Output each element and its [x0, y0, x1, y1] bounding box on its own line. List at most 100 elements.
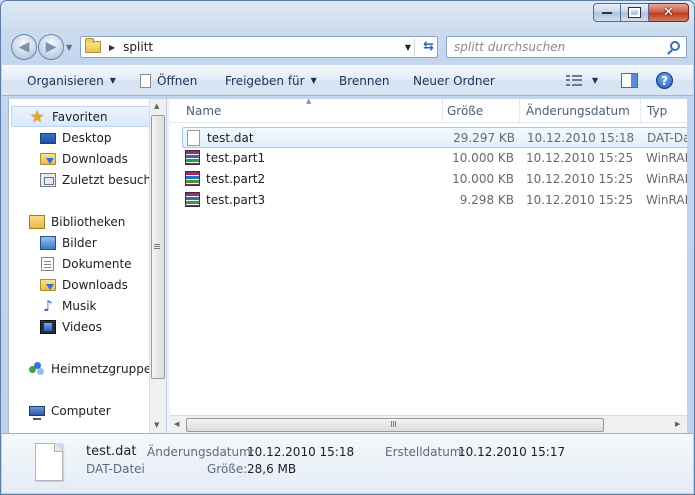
- organize-button[interactable]: Organisieren ▼: [27, 66, 116, 95]
- nav-item-documents[interactable]: Dokumente: [9, 253, 132, 274]
- file-name: test.part1: [206, 151, 266, 165]
- navigation-scrollbar[interactable]: ▲ ▼: [149, 99, 166, 433]
- organize-label: Organisieren: [27, 73, 104, 88]
- file-row[interactable]: test.dat 29.297 KB 10.12.2010 15:18 DAT-…: [182, 127, 687, 148]
- nav-label: Musik: [62, 298, 97, 313]
- burn-label: Brennen: [339, 73, 390, 88]
- navigation-pane: ★ Favoriten Desktop Downloads Zuletzt be…: [8, 99, 165, 433]
- minimize-button[interactable]: [593, 3, 621, 22]
- caption-buttons: ✕: [593, 3, 689, 22]
- address-bar[interactable]: ▶ splitt ▼ ⇆: [80, 36, 438, 58]
- preview-pane-icon: [621, 73, 638, 88]
- file-size: 10.000 KB: [452, 151, 514, 165]
- search-box[interactable]: splitt durchsuchen: [446, 36, 687, 58]
- nav-item-favorites[interactable]: ★ Favoriten: [11, 106, 151, 127]
- arrow-left-icon: ◀: [18, 39, 30, 55]
- forward-button[interactable]: ▶: [38, 34, 64, 60]
- arrow-right-icon: ▶: [45, 39, 57, 55]
- nav-label: Downloads: [62, 151, 128, 166]
- close-button[interactable]: ✕: [649, 3, 689, 22]
- address-dropdown-icon[interactable]: ▼: [405, 43, 411, 52]
- details-modified-label: Änderungsdatum:: [147, 445, 255, 459]
- documents-icon: [41, 256, 54, 271]
- dat-file-icon: [187, 130, 200, 146]
- libraries-icon: [29, 214, 45, 229]
- horizontal-scrollbar[interactable]: ◀ ▶: [170, 415, 687, 433]
- file-name: test.part2: [206, 172, 266, 186]
- column-header-date[interactable]: Änderungsdatum: [520, 99, 641, 123]
- folder-icon: [85, 38, 101, 53]
- new-folder-button[interactable]: Neuer Ordner: [413, 66, 495, 95]
- file-row[interactable]: test.part1 10.000 KB 10.12.2010 15:25 Wi…: [182, 148, 687, 169]
- document-icon: [140, 73, 151, 88]
- rar-archive-icon: [185, 150, 200, 165]
- details-file-type: DAT-Datei: [86, 462, 145, 476]
- nav-label: Heimnetzgruppe: [51, 361, 152, 376]
- nav-item-desktop[interactable]: Desktop: [9, 127, 112, 148]
- change-view-button[interactable]: ▼: [566, 66, 598, 95]
- nav-item-computer[interactable]: Computer: [9, 400, 111, 421]
- rar-archive-icon: [185, 171, 200, 186]
- scrollbar-thumb[interactable]: [186, 418, 604, 432]
- nav-label: Desktop: [62, 130, 112, 145]
- column-header-name[interactable]: Name: [180, 99, 443, 123]
- open-button[interactable]: Öffnen: [140, 66, 197, 95]
- nav-item-libraries[interactable]: Bibliotheken: [9, 211, 125, 232]
- nav-item-videos[interactable]: Videos: [9, 316, 102, 337]
- help-button[interactable]: ?: [656, 66, 673, 95]
- rar-archive-icon: [185, 192, 200, 207]
- back-button[interactable]: ◀: [11, 34, 37, 60]
- file-date: 10.12.2010 15:25: [526, 172, 634, 186]
- minimize-icon: [602, 11, 612, 14]
- new-folder-label: Neuer Ordner: [413, 73, 495, 88]
- file-size: 9.298 KB: [459, 193, 514, 207]
- nav-item-lib-downloads[interactable]: Downloads: [9, 274, 128, 295]
- share-button[interactable]: Freigeben für ▼: [225, 66, 317, 95]
- file-name: test.dat: [207, 131, 254, 145]
- nav-item-recent[interactable]: Zuletzt besucht: [9, 169, 156, 190]
- pictures-icon: [40, 235, 56, 250]
- nav-item-pictures[interactable]: Bilder: [9, 232, 97, 253]
- breadcrumb-current[interactable]: splitt: [123, 40, 153, 54]
- recent-pages-dropdown[interactable]: ▼: [66, 43, 72, 52]
- file-date: 10.12.2010 15:25: [526, 193, 634, 207]
- search-icon[interactable]: [670, 41, 680, 51]
- scroll-left-icon[interactable]: ◀: [174, 420, 179, 428]
- scrollbar-thumb[interactable]: [151, 115, 165, 379]
- column-header-row: ▲ Name Größe Änderungsdatum Typ: [170, 99, 687, 123]
- file-list: ▲ Name Größe Änderungsdatum Typ test.dat…: [170, 99, 687, 433]
- nav-item-homegroup[interactable]: Heimnetzgruppe: [9, 358, 151, 379]
- column-header-type[interactable]: Typ: [641, 99, 687, 123]
- scroll-right-icon[interactable]: ▶: [675, 420, 680, 428]
- refresh-icon[interactable]: ⇆: [423, 39, 434, 54]
- file-type: WinRAR-Archiv: [646, 151, 687, 165]
- file-size: 10.000 KB: [452, 172, 514, 186]
- burn-button[interactable]: Brennen: [339, 66, 389, 95]
- nav-item-music[interactable]: ♪ Musik: [9, 295, 97, 316]
- command-bar: Organisieren ▼ Öffnen Freigeben für ▼ Br…: [2, 65, 693, 96]
- details-size-value: 28,6 MB: [247, 462, 297, 476]
- nav-label: Videos: [62, 319, 102, 334]
- breadcrumb-chevron-icon[interactable]: ▶: [109, 43, 115, 52]
- chevron-down-icon: ▼: [109, 76, 116, 85]
- preview-pane-button[interactable]: [621, 66, 638, 95]
- maximize-button[interactable]: [621, 3, 649, 22]
- file-row[interactable]: test.part2 10.000 KB 10.12.2010 15:25 Wi…: [182, 169, 687, 190]
- details-created-value: 10.12.2010 15:17: [458, 445, 566, 459]
- homegroup-icon: [29, 361, 45, 376]
- scrollbar-grip: [154, 244, 160, 245]
- computer-icon: [29, 405, 45, 420]
- nav-label: Zuletzt besucht: [62, 172, 156, 187]
- details-created-label: Erstelldatum:: [385, 445, 466, 459]
- nav-label: Bilder: [62, 235, 97, 250]
- search-input[interactable]: splitt durchsuchen: [454, 40, 565, 54]
- scroll-down-icon[interactable]: ▼: [154, 421, 159, 429]
- nav-label: Favoriten: [52, 109, 108, 124]
- scrollbar-grip: [391, 421, 392, 427]
- scroll-up-icon[interactable]: ▲: [154, 102, 159, 110]
- nav-item-downloads[interactable]: Downloads: [9, 148, 128, 169]
- file-type: WinRAR-Archiv: [646, 193, 687, 207]
- column-header-size[interactable]: Größe: [441, 99, 520, 123]
- open-label: Öffnen: [157, 73, 198, 88]
- file-row[interactable]: test.part3 9.298 KB 10.12.2010 15:25 Win…: [182, 190, 687, 211]
